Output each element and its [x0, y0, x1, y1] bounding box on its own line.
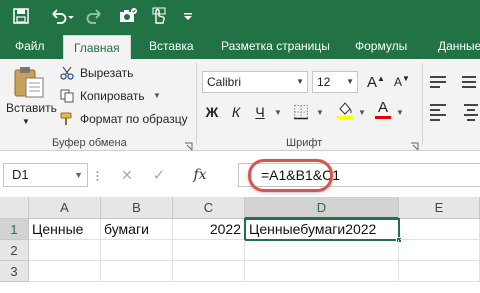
undo-icon[interactable] — [48, 4, 76, 28]
column-header-b[interactable]: B — [101, 197, 173, 219]
ribbon-tabs: Файл Главная Вставка Разметка страницы Ф… — [0, 33, 480, 59]
customize-qat-icon[interactable] — [180, 4, 196, 28]
align-middle-icon[interactable] — [462, 71, 480, 93]
cell-b2[interactable] — [101, 240, 173, 261]
increase-font-size-button[interactable]: A ▲ — [364, 71, 388, 93]
cell-c1[interactable]: 2022 — [173, 219, 245, 240]
cell-e2[interactable] — [399, 240, 480, 261]
worksheet-grid: A B C D E 1 2 3 Ценные бумаги 2022 Ценны… — [0, 197, 480, 293]
cell-b1[interactable]: бумаги — [101, 219, 173, 240]
paste-dropdown-icon[interactable]: ▼ — [22, 117, 30, 126]
borders-icon[interactable] — [290, 101, 312, 123]
cancel-icon[interactable]: × — [116, 163, 138, 187]
group-divider — [422, 63, 423, 145]
copy-button[interactable]: Копировать — [80, 89, 145, 103]
row-header-3[interactable]: 3 — [0, 261, 29, 282]
scissors-icon — [60, 66, 74, 80]
fill-color-dropdown-icon[interactable]: ▼ — [356, 101, 368, 123]
align-center-icon[interactable] — [462, 101, 480, 123]
font-color-icon[interactable]: A — [372, 99, 394, 121]
format-painter-icon — [60, 112, 74, 126]
font-name-dropdown-icon: ▼ — [296, 77, 304, 86]
italic-button[interactable]: К — [226, 101, 246, 123]
paste-button[interactable]: Вставить — [6, 101, 57, 115]
cell-c3[interactable] — [173, 261, 245, 282]
tab-file[interactable]: Файл — [15, 33, 45, 59]
font-name-select[interactable]: Calibri ▼ — [202, 71, 308, 93]
borders-dropdown-icon[interactable]: ▼ — [314, 101, 326, 123]
cell-a3[interactable] — [29, 261, 101, 282]
underline-button[interactable]: Ч — [250, 101, 270, 123]
cell-d3[interactable] — [245, 261, 399, 282]
font-size-dropdown-icon: ▼ — [346, 77, 354, 86]
insert-function-button[interactable]: fx — [186, 163, 214, 187]
cut-button[interactable]: Вырезать — [80, 66, 133, 80]
select-all-button[interactable] — [0, 197, 29, 219]
name-box-dropdown-icon: ▼ — [74, 170, 83, 180]
font-name-value: Calibri — [207, 75, 242, 89]
save-icon[interactable] — [8, 4, 34, 28]
clipboard-launcher-icon[interactable] — [184, 138, 193, 151]
tab-home[interactable]: Главная — [63, 35, 131, 59]
row-header-1[interactable]: 1 — [0, 219, 29, 240]
tab-formulas[interactable]: Формулы — [355, 33, 407, 59]
excel-window: Файл Главная Вставка Разметка страницы Ф… — [0, 0, 480, 293]
copy-icon — [60, 89, 74, 103]
group-divider — [196, 63, 197, 145]
cell-d1[interactable]: Ценныебумаги2022 — [244, 218, 400, 241]
column-header-d[interactable]: D — [245, 197, 399, 219]
tab-insert[interactable]: Вставка — [149, 33, 194, 59]
column-header-e[interactable]: E — [399, 197, 480, 219]
name-box-value: D1 — [12, 167, 29, 182]
copy-dropdown-icon[interactable]: ▼ — [153, 91, 161, 100]
clipboard-group-label: Буфер обмена — [52, 137, 127, 149]
formula-bar: D1 ▼ × ✓ fx =A1&B1&C1 — [0, 151, 480, 197]
font-size-value: 12 — [317, 75, 331, 89]
redo-icon[interactable] — [84, 4, 106, 28]
camera-icon[interactable] — [116, 4, 140, 28]
font-launcher-icon[interactable] — [410, 138, 419, 151]
formula-highlight-ellipse — [248, 159, 333, 192]
touch-mode-icon[interactable] — [148, 4, 170, 28]
font-color-dropdown-icon[interactable]: ▼ — [394, 101, 406, 123]
name-box[interactable]: D1 ▼ — [3, 163, 88, 187]
bold-button[interactable]: Ж — [202, 101, 222, 123]
column-header-c[interactable]: C — [173, 197, 245, 219]
cell-a2[interactable] — [29, 240, 101, 261]
cell-d2[interactable] — [245, 240, 399, 261]
cell-e1[interactable] — [400, 219, 480, 240]
align-top-icon[interactable] — [430, 71, 454, 93]
cell-b3[interactable] — [101, 261, 173, 282]
ribbon-home: Вставить ▼ Вырезать Копировать ▼ Формат … — [0, 59, 480, 151]
enter-icon[interactable]: ✓ — [148, 163, 170, 187]
formula-bar-splitter[interactable] — [96, 169, 99, 181]
cell-a1[interactable]: Ценные — [29, 219, 101, 240]
format-painter-button[interactable]: Формат по образцу — [80, 112, 188, 126]
cell-e3[interactable] — [399, 261, 480, 282]
column-header-a[interactable]: A — [29, 197, 101, 219]
font-size-select[interactable]: 12 ▼ — [312, 71, 358, 93]
underline-dropdown-icon[interactable]: ▼ — [272, 101, 284, 123]
cell-c2[interactable] — [173, 240, 245, 261]
quick-access-toolbar — [0, 0, 480, 33]
decrease-font-size-button[interactable]: A ▼ — [390, 71, 414, 93]
fill-color-icon[interactable] — [334, 99, 356, 121]
row-header-2[interactable]: 2 — [0, 240, 29, 261]
tab-page-layout[interactable]: Разметка страницы — [221, 33, 330, 59]
tab-data[interactable]: Данные — [438, 33, 480, 59]
align-left-icon[interactable] — [430, 101, 454, 123]
font-group-label: Шрифт — [286, 137, 323, 149]
paste-icon[interactable] — [12, 65, 46, 99]
